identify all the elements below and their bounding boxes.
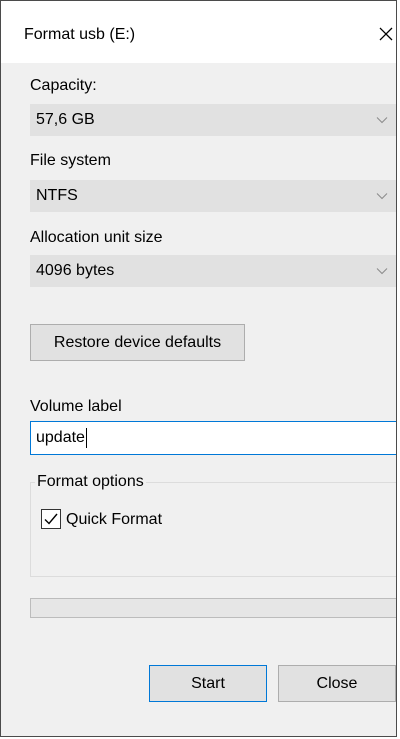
chevron-down-icon bbox=[376, 117, 388, 124]
chevron-down-icon bbox=[376, 268, 388, 275]
file-system-label: File system bbox=[30, 152, 111, 169]
quick-format-checkbox[interactable] bbox=[41, 509, 61, 529]
volume-label-value: update bbox=[36, 429, 85, 446]
allocation-label: Allocation unit size bbox=[30, 229, 163, 246]
close-icon[interactable] bbox=[377, 25, 395, 43]
title-bar: Format usb (E:) bbox=[1, 1, 396, 63]
volume-label-input[interactable]: update bbox=[30, 421, 396, 455]
capacity-label: Capacity: bbox=[30, 77, 97, 94]
window-title: Format usb (E:) bbox=[24, 26, 136, 43]
file-system-value: NTFS bbox=[36, 187, 78, 204]
quick-format-label[interactable]: Quick Format bbox=[66, 511, 162, 529]
close-button[interactable]: Close bbox=[278, 665, 396, 702]
format-dialog: Format usb (E:) Capacity: 57,6 GB File s… bbox=[0, 0, 397, 737]
checkmark-icon bbox=[44, 513, 58, 525]
file-system-dropdown[interactable]: NTFS bbox=[30, 180, 396, 212]
capacity-dropdown[interactable]: 57,6 GB bbox=[30, 104, 396, 136]
text-cursor bbox=[86, 428, 87, 448]
capacity-value: 57,6 GB bbox=[36, 111, 95, 128]
allocation-dropdown[interactable]: 4096 bytes bbox=[30, 255, 396, 287]
start-button[interactable]: Start bbox=[149, 665, 267, 702]
restore-defaults-button[interactable]: Restore device defaults bbox=[30, 324, 245, 361]
format-options-group bbox=[30, 482, 396, 577]
volume-label: Volume label bbox=[30, 398, 122, 415]
allocation-value: 4096 bytes bbox=[36, 262, 115, 279]
chevron-down-icon bbox=[376, 193, 388, 200]
format-options-title: Format options bbox=[35, 473, 146, 491]
format-progress-bar bbox=[30, 598, 396, 618]
